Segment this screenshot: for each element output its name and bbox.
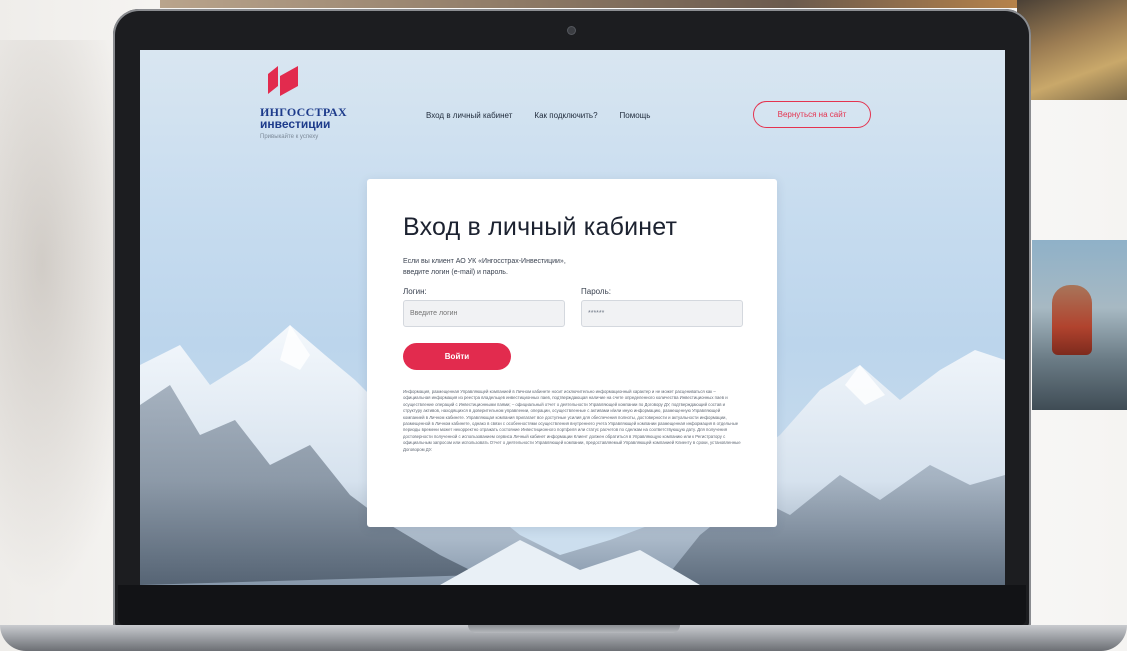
password-field: Пароль: xyxy=(581,287,743,327)
password-label: Пароль: xyxy=(581,287,611,296)
password-input[interactable] xyxy=(581,300,743,327)
login-fields: Логин: Пароль: xyxy=(403,287,743,327)
background-photo-motorbike xyxy=(1017,0,1127,100)
login-card: Вход в личный кабинет Если вы клиент АО … xyxy=(367,179,777,527)
page-title: Вход в личный кабинет xyxy=(403,213,678,241)
brand-tagline: Привыкайте к успеху xyxy=(260,134,319,140)
login-field: Логин: xyxy=(403,287,565,327)
login-input[interactable] xyxy=(403,300,565,327)
background-photo-strip xyxy=(160,0,1060,8)
person-figure xyxy=(1052,285,1092,355)
login-intro: Если вы клиент АО УК «Ингосстрах-Инвести… xyxy=(403,256,663,278)
screen-bezel xyxy=(118,585,1026,625)
brand-logo[interactable]: ИНГОССТРАХ инвестиции Привыкайте к успех… xyxy=(260,64,370,140)
laptop-notch xyxy=(468,625,680,633)
camera-icon xyxy=(568,27,575,34)
back-to-site-button[interactable]: Вернуться на сайт xyxy=(753,101,871,128)
nav-item-help[interactable]: Помощь xyxy=(620,111,651,120)
login-intro-line1: Если вы клиент АО УК «Ингосстрах-Инвести… xyxy=(403,258,566,265)
nav-item-how-to-connect[interactable]: Как подключить? xyxy=(534,111,597,120)
laptop-screen: ИНГОССТРАХ инвестиции Привыкайте к успех… xyxy=(140,50,1005,585)
login-intro-line2: введите логин (e-mail) и пароль. xyxy=(403,269,508,276)
nav-item-login[interactable]: Вход в личный кабинет xyxy=(426,111,512,120)
logo-mark-icon xyxy=(268,66,298,96)
login-button[interactable]: Войти xyxy=(403,343,511,370)
disclaimer-text: Информация, размещенная Управляющей комп… xyxy=(403,389,741,452)
brand-subname: инвестиции xyxy=(260,117,331,131)
login-label: Логин: xyxy=(403,287,427,296)
main-nav: Вход в личный кабинет Как подключить? По… xyxy=(426,111,650,120)
background-photo-person xyxy=(1032,240,1127,410)
